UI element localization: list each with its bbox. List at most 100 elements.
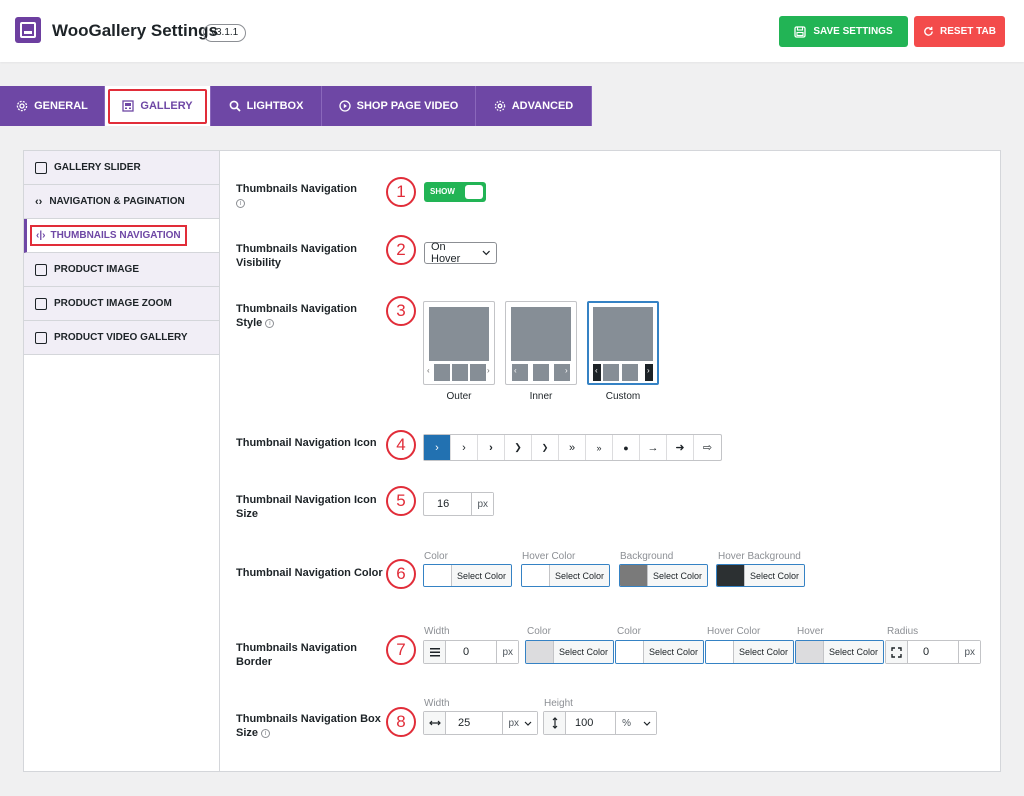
border-width-unit: px [496, 641, 518, 663]
color-title: Color [424, 551, 448, 562]
sub-navigation: GALLERY SLIDER ‹› NAVIGATION & PAGINATIO… [24, 151, 220, 771]
subnav-product-video-gallery[interactable]: PRODUCT VIDEO GALLERY [24, 321, 219, 355]
gallery-icon [122, 100, 135, 112]
subnav-navigation-pagination[interactable]: ‹› NAVIGATION & PAGINATION [24, 185, 219, 219]
tab-lightbox[interactable]: LIGHTBOX [211, 86, 322, 126]
header-bar: WooGallery Settings v3.1.1 SAVE SETTINGS… [0, 0, 1024, 62]
reset-tab-label: RESET TAB [940, 26, 996, 37]
box-width-unit-select[interactable]: px [502, 712, 537, 734]
tab-shop-page-video[interactable]: SHOP PAGE VIDEO [322, 86, 476, 126]
tab-gallery-label: GALLERY [140, 100, 193, 112]
thumb-nav-icon: ‹|› [36, 230, 46, 241]
nav-icon-option[interactable]: ❯ [505, 435, 532, 460]
border-hover-title: Hover [797, 626, 824, 637]
icon-size-input[interactable]: 16 [424, 498, 471, 510]
style-caption-outer: Outer [446, 391, 472, 402]
icon-size-unit: px [471, 493, 493, 515]
gear-icon [16, 100, 28, 112]
toggle-text: SHOW [430, 187, 455, 196]
border-hover-color-picker-button[interactable]: Select Color [705, 640, 795, 664]
box-width-input[interactable]: 25 [446, 717, 502, 729]
info-icon: i [236, 198, 245, 208]
border-color-picker-button-2[interactable]: Select Color [615, 640, 705, 664]
subnav-product-image[interactable]: PRODUCT IMAGE [24, 253, 219, 287]
border-width-input[interactable]: 0 [446, 646, 496, 658]
hover-background-picker-button[interactable]: Select Color [716, 564, 806, 587]
zoom-icon [35, 297, 47, 310]
version-badge: v3.1.1 [203, 24, 247, 42]
subnav-gallery-slider[interactable]: GALLERY SLIDER [24, 151, 219, 185]
style-caption-custom: Custom [605, 391, 641, 402]
nav-icon-option[interactable]: » [586, 435, 613, 460]
subnav-label: THUMBNAILS NAVIGATION [50, 230, 181, 241]
tab-advanced[interactable]: ADVANCED [476, 86, 592, 126]
style-option-custom[interactable]: ‹ › [587, 301, 659, 385]
tab-general[interactable]: GENERAL [0, 86, 105, 126]
info-icon: i [265, 318, 275, 328]
border-radius-field: 0 px [885, 640, 981, 664]
tab-gallery[interactable]: GALLERY [105, 86, 211, 126]
box-height-title: Height [544, 698, 573, 709]
save-settings-button[interactable]: SAVE SETTINGS [779, 16, 908, 47]
box-width-field: 25 px [423, 711, 538, 735]
nav-icon-option[interactable]: ● [613, 435, 640, 460]
woogallery-logo-icon [15, 17, 41, 43]
app-title: WooGallery Settings [52, 21, 218, 40]
style-caption-inner: Inner [529, 391, 553, 402]
background-title: Background [620, 551, 674, 562]
border-radius-input[interactable]: 0 [908, 646, 958, 658]
box-height-input[interactable]: 100 [566, 717, 615, 729]
advanced-gear-icon [494, 100, 505, 112]
reset-icon [924, 26, 933, 36]
icon-size-label: Thumbnail Navigation Icon Size [236, 494, 377, 520]
style-option-inner[interactable]: ‹ › [505, 301, 577, 385]
icon-size-field: 16 px [423, 492, 494, 516]
hover-color-picker-button[interactable]: Select Color [521, 564, 611, 587]
chevron-down-icon [482, 250, 490, 256]
thumbnails-navigation-toggle[interactable]: SHOW [424, 182, 486, 202]
background-picker-button[interactable]: Select Color [619, 564, 709, 587]
nav-icon-option[interactable]: ❯ [532, 435, 559, 460]
video-icon [35, 331, 47, 344]
style-option-outer[interactable]: ‹ › [423, 301, 495, 385]
subnav-label: PRODUCT VIDEO GALLERY [54, 332, 188, 343]
border-color-picker-button[interactable]: Select Color [525, 640, 615, 664]
subnav-label: GALLERY SLIDER [54, 162, 141, 173]
save-icon [794, 25, 807, 38]
border-color-title: Color [527, 626, 551, 637]
subnav-label: NAVIGATION & PAGINATION [49, 196, 185, 207]
border-width-field: 0 px [423, 640, 519, 664]
border-hover-picker-button[interactable]: Select Color [795, 640, 885, 664]
sliders-icon [35, 161, 47, 174]
nav-icon-option[interactable]: › [424, 435, 451, 460]
border-width-title: Width [424, 626, 450, 637]
step-number: 3 [386, 296, 416, 326]
reset-tab-button[interactable]: RESET TAB [914, 16, 1005, 47]
style-label: Thumbnails Navigation Style i [236, 303, 358, 329]
thumbnails-navigation-label: Thumbnails Navigation i [236, 183, 358, 208]
nav-icon-option[interactable]: ⇨ [694, 435, 721, 460]
nav-icon-option[interactable]: › [451, 435, 478, 460]
tab-general-label: GENERAL [34, 100, 88, 112]
color-picker-button[interactable]: Select Color [423, 564, 513, 587]
save-settings-label: SAVE SETTINGS [813, 26, 893, 37]
play-icon [339, 100, 351, 112]
visibility-select[interactable]: On Hover [424, 241, 497, 265]
nav-icon-option[interactable]: » [559, 435, 586, 460]
step-number: 8 [386, 707, 416, 737]
nav-icon-option[interactable]: › [478, 435, 505, 460]
icon-label: Thumbnail Navigation Icon [236, 437, 377, 449]
hover-background-title: Hover Background [718, 551, 801, 562]
tab-advanced-label: ADVANCED [511, 100, 574, 112]
search-icon [229, 100, 241, 112]
image-icon [35, 263, 47, 276]
box-size-label: Thumbnails Navigation Box Size i [236, 713, 381, 739]
nav-icon-option[interactable]: → [640, 435, 667, 460]
subnav-label: PRODUCT IMAGE ZOOM [54, 298, 172, 309]
border-width-icon [424, 641, 446, 663]
box-height-unit-select[interactable]: % [615, 712, 656, 734]
tab-lightbox-label: LIGHTBOX [246, 100, 304, 112]
subnav-thumbnails-navigation[interactable]: ‹|› THUMBNAILS NAVIGATION [24, 219, 219, 253]
nav-icon-option[interactable]: ➜ [667, 435, 694, 460]
subnav-product-image-zoom[interactable]: PRODUCT IMAGE ZOOM [24, 287, 219, 321]
